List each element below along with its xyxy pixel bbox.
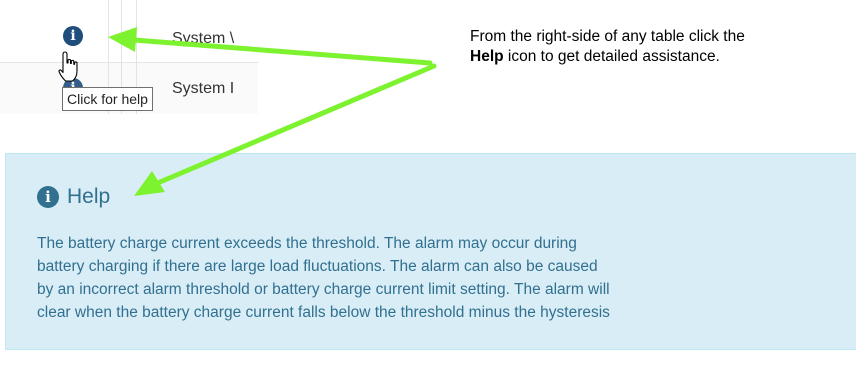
info-circle-icon[interactable]: i: [63, 26, 83, 46]
help-line: clear when the battery charge current fa…: [37, 304, 610, 321]
hand-cursor-icon: [58, 51, 78, 82]
annotation-rest: icon to get detailed assistance.: [503, 48, 720, 65]
help-line: by an incorrect alarm threshold or batte…: [37, 281, 610, 298]
annotation-line: From the right-side of any table click t…: [470, 28, 745, 45]
help-title: Help: [67, 185, 111, 208]
help-body: The battery charge current exceeds the t…: [37, 232, 847, 324]
table-cell-label: System \: [172, 30, 235, 47]
annotation-line: Help icon to get detailed assistance.: [470, 47, 850, 67]
help-word: Help: [470, 48, 504, 65]
help-line: battery charging if there are large load…: [37, 258, 598, 275]
help-panel: i Help The battery charge current exceed…: [5, 153, 856, 350]
tooltip: Click for help: [62, 87, 153, 111]
help-line: The battery charge current exceeds the t…: [37, 235, 577, 252]
annotation-text: From the right-side of any table click t…: [470, 27, 850, 67]
info-circle-icon: i: [37, 186, 59, 208]
row-divider: [0, 62, 258, 63]
table-crop: System \ System I i i Click for help: [0, 0, 258, 114]
help-header: i Help: [37, 185, 110, 209]
table-cell-label: System I: [172, 80, 235, 97]
